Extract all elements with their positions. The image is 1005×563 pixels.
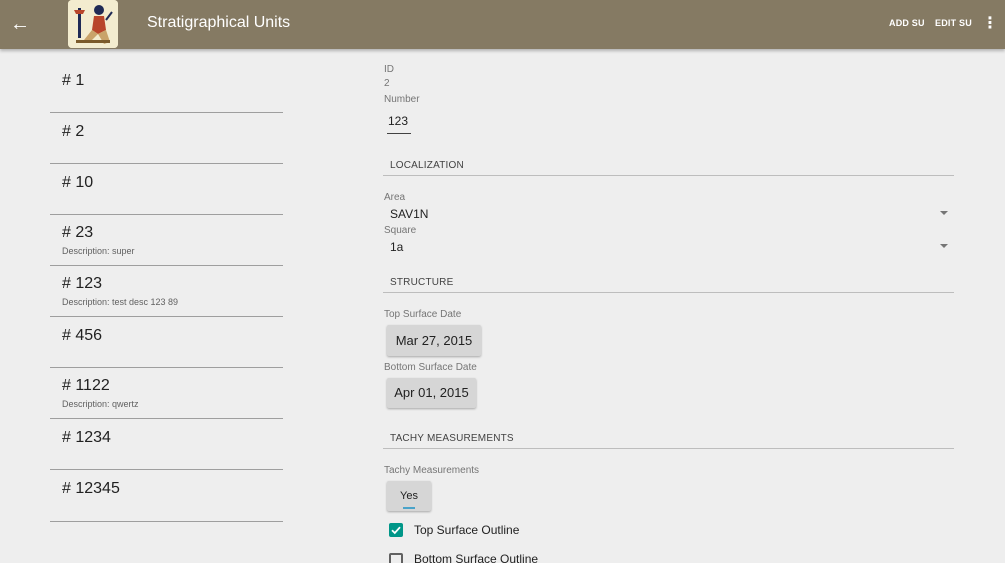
list-item[interactable]: # 23 Description: super <box>50 215 283 266</box>
tachy-measurements-label: Tachy Measurements <box>384 465 480 476</box>
structure-header: STRUCTURE <box>390 277 454 288</box>
edit-su-button[interactable]: EDIT SU <box>935 18 972 28</box>
tachy-header: TACHY MEASUREMENTS <box>390 433 514 444</box>
app-bar: ← Stratigraphical Units ADD SU EDIT SU ⋮ <box>0 0 1005 49</box>
bottom-surface-outline-checkbox[interactable] <box>389 553 403 563</box>
top-surface-date-button[interactable]: Mar 27, 2015 <box>387 325 481 356</box>
list-item[interactable]: # 12345 <box>50 470 283 522</box>
area-value: SAV1N <box>390 207 429 221</box>
item-number: # 1234 <box>62 429 111 446</box>
item-description: Description: qwertz <box>62 399 139 409</box>
tachy-measurements-toggle[interactable]: Yes <box>387 481 431 511</box>
area-select[interactable]: SAV1N <box>383 205 954 223</box>
id-value: 2 <box>384 78 390 89</box>
square-value: 1a <box>390 240 404 254</box>
list-item[interactable]: # 1234 <box>50 419 283 470</box>
toggle-indicator <box>403 507 415 509</box>
top-surface-date-label: Top Surface Date <box>384 309 462 320</box>
number-label: Number <box>384 94 420 105</box>
bottom-surface-date-value: Apr 01, 2015 <box>394 385 469 400</box>
list-item[interactable]: # 1122 Description: qwertz <box>50 368 283 419</box>
su-detail: ID 2 Number 123 LOCALIZATION Area SAV1N … <box>383 50 955 563</box>
item-description: Description: super <box>62 246 135 256</box>
add-su-button[interactable]: ADD SU <box>889 18 925 28</box>
bottom-surface-date-button[interactable]: Apr 01, 2015 <box>387 378 476 408</box>
item-number: # 10 <box>62 174 94 191</box>
localization-section: LOCALIZATION <box>383 156 954 176</box>
dropdown-arrow-icon <box>940 211 948 215</box>
dropdown-arrow-icon <box>940 244 948 248</box>
bottom-surface-date-label: Bottom Surface Date <box>384 362 477 373</box>
square-select[interactable]: 1a <box>383 238 954 256</box>
item-number: # 23 <box>62 224 94 241</box>
bottom-surface-outline-label: Bottom Surface Outline <box>414 552 539 563</box>
area-label: Area <box>384 192 406 203</box>
arrow-left-icon[interactable]: ← <box>10 13 30 35</box>
item-number: # 2 <box>62 123 85 140</box>
item-description: Description: test desc 123 89 <box>62 297 179 307</box>
list-item[interactable]: # 10 <box>50 164 283 215</box>
item-number: # 123 <box>62 275 103 292</box>
check-icon <box>391 526 401 535</box>
structure-section: STRUCTURE <box>383 273 954 293</box>
app-logo <box>68 0 118 48</box>
list-item[interactable]: # 123 Description: test desc 123 89 <box>50 266 283 317</box>
list-item[interactable]: # 1 <box>50 50 283 113</box>
number-field[interactable]: 123 <box>387 112 411 134</box>
item-number: # 1122 <box>62 377 110 394</box>
top-surface-outline-label: Top Surface Outline <box>414 523 520 537</box>
list-item[interactable]: # 456 <box>50 317 283 368</box>
item-number: # 12345 <box>62 480 120 497</box>
more-vert-icon[interactable]: ⋮ <box>982 15 998 33</box>
page-title: Stratigraphical Units <box>147 14 291 31</box>
tachy-section: TACHY MEASUREMENTS <box>383 429 954 449</box>
id-label: ID <box>384 64 394 75</box>
number-field-value: 123 <box>388 114 409 128</box>
top-surface-outline-checkbox[interactable] <box>389 523 403 537</box>
top-surface-date-value: Mar 27, 2015 <box>395 333 473 348</box>
list-item[interactable]: # 2 <box>50 113 283 164</box>
localization-header: LOCALIZATION <box>390 160 464 171</box>
item-number: # 456 <box>62 327 103 344</box>
item-number: # 1 <box>62 72 85 89</box>
square-label: Square <box>384 225 417 236</box>
